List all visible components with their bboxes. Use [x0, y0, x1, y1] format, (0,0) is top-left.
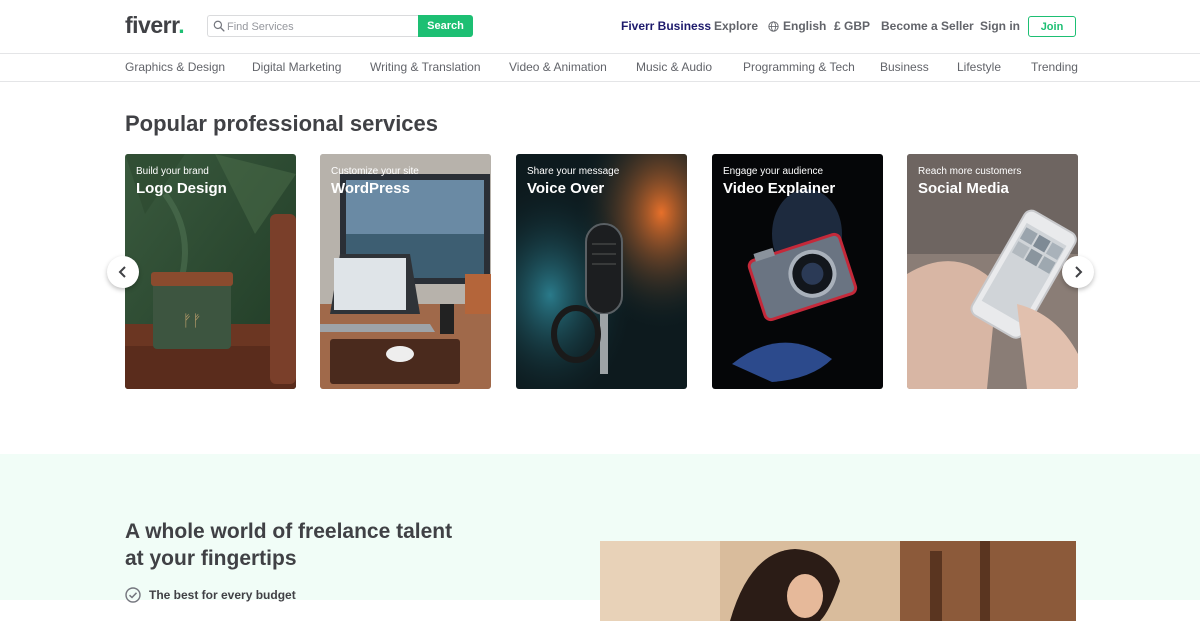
fiverr-logo[interactable]: fiverr. [125, 12, 185, 39]
language-label: English [783, 19, 827, 33]
chevron-right-icon [1075, 266, 1083, 278]
search-icon [213, 20, 225, 32]
site-header: fiverr. Search Fiverr Business Explore E… [0, 0, 1200, 54]
fiverr-business-link[interactable]: Fiverr Business [621, 19, 711, 33]
svg-text:ᚠᚠ: ᚠᚠ [182, 311, 201, 330]
chevron-left-icon [118, 266, 126, 278]
category-graphics-design[interactable]: Graphics & Design [125, 60, 225, 74]
category-programming-tech[interactable]: Programming & Tech [743, 60, 855, 74]
service-card-logo-design[interactable]: ᚠᚠ Build your brand Logo Design [125, 154, 296, 389]
language-link[interactable]: English [768, 19, 826, 33]
card-title: Logo Design [136, 180, 227, 197]
card-subtitle: Customize your site [331, 166, 419, 177]
card-subtitle: Engage your audience [723, 166, 824, 177]
carousel-next-button[interactable] [1062, 256, 1094, 288]
card-subtitle: Reach more customers [918, 166, 1022, 177]
search-button[interactable]: Search [418, 15, 473, 37]
become-seller-link[interactable]: Become a Seller [881, 19, 974, 33]
carousel-prev-button[interactable] [107, 256, 139, 288]
freelance-heading: A whole world of freelance talent at you… [125, 520, 453, 570]
service-card-wordpress[interactable]: Customize your site WordPress [320, 154, 491, 389]
category-digital-marketing[interactable]: Digital Marketing [252, 60, 341, 74]
category-trending[interactable]: Trending [1031, 60, 1078, 74]
category-business[interactable]: Business [880, 60, 929, 74]
category-music-audio[interactable]: Music & Audio [636, 60, 712, 74]
search-input[interactable] [227, 19, 415, 34]
benefit-item: The best for every budget [125, 587, 296, 603]
card-subtitle: Build your brand [136, 166, 209, 177]
service-card-video-explainer[interactable]: Engage your audience Video Explainer [712, 154, 883, 389]
service-card-social-media[interactable]: Reach more customers Social Media [907, 154, 1078, 389]
check-circle-icon [125, 587, 141, 603]
card-subtitle: Share your message [527, 166, 620, 177]
card-title: Voice Over [527, 180, 605, 197]
popular-services-heading: Popular professional services [125, 111, 439, 136]
category-writing-translation[interactable]: Writing & Translation [370, 60, 481, 74]
globe-icon [768, 20, 779, 32]
freelancer-photo [600, 541, 1076, 621]
category-menu: Graphics & Design Digital Marketing Writ… [0, 54, 1200, 82]
card-title: Video Explainer [723, 180, 836, 197]
search-box [207, 15, 419, 37]
freelance-video-thumbnail[interactable] [600, 541, 1076, 621]
service-card-voice-over[interactable]: Share your message Voice Over [516, 154, 687, 389]
explore-link[interactable]: Explore [714, 19, 758, 33]
card-title: WordPress [331, 180, 410, 197]
category-video-animation[interactable]: Video & Animation [509, 60, 607, 74]
freelance-section: A whole world of freelance talent at you… [0, 454, 1200, 621]
currency-link[interactable]: £ GBP [834, 19, 870, 33]
search-bar: Search [207, 15, 473, 37]
category-lifestyle[interactable]: Lifestyle [957, 60, 1001, 74]
card-title: Social Media [918, 180, 1009, 197]
join-button[interactable]: Join [1028, 16, 1076, 37]
sign-in-link[interactable]: Sign in [980, 19, 1020, 33]
